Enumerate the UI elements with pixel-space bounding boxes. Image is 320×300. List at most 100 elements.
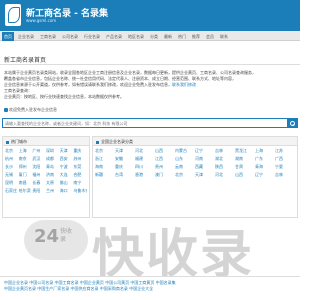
region-link[interactable]: 东莞	[73, 163, 87, 170]
region-link[interactable]: 山西	[155, 147, 175, 154]
region-link[interactable]: 北京	[5, 147, 19, 154]
region-link[interactable]: 浙江	[95, 155, 115, 162]
region-link[interactable]: 济南	[46, 171, 60, 178]
region-link[interactable]: 上海	[19, 147, 33, 154]
region-link[interactable]: 青海	[255, 163, 275, 170]
nav-item[interactable]: 会员	[204, 33, 216, 40]
region-link[interactable]: 云南	[175, 163, 195, 170]
search-icon[interactable]	[287, 119, 297, 127]
region-link[interactable]: 广东	[255, 155, 275, 162]
region-link[interactable]: 新疆	[95, 171, 115, 178]
region-link[interactable]: 福州	[32, 171, 46, 178]
region-link[interactable]: 杭州	[5, 155, 19, 162]
region-link[interactable]: 辽宁	[255, 171, 275, 178]
region-link[interactable]: 安徽	[115, 155, 135, 162]
region-link[interactable]: 厦门	[19, 171, 33, 178]
region-link[interactable]: 广西	[275, 155, 295, 162]
region-link[interactable]: 吉林	[215, 147, 235, 154]
region-link[interactable]: 苏州	[73, 155, 87, 162]
region-link[interactable]: 上海	[255, 147, 275, 154]
search-input[interactable]	[5, 119, 265, 127]
region-link[interactable]: 长沙	[5, 163, 19, 170]
region-link[interactable]: 重庆	[115, 163, 135, 170]
region-link[interactable]: 香港	[135, 171, 155, 178]
region-link[interactable]: 重庆	[73, 147, 87, 154]
region-link[interactable]: 陕西	[215, 163, 235, 170]
nav-item-home[interactable]: 首页	[2, 32, 14, 41]
region-link[interactable]: 内蒙古	[175, 147, 195, 154]
region-link[interactable]: 佛山	[60, 179, 74, 186]
region-link[interactable]: 吉林	[275, 171, 295, 178]
region-link[interactable]: 西安	[60, 155, 74, 162]
nav-item[interactable]: 工商名录	[38, 33, 58, 40]
region-link[interactable]: 合肥	[73, 171, 87, 178]
region-link[interactable]: 南宁	[73, 179, 87, 186]
watermark-badge-text: 快收	[60, 228, 73, 235]
footer-link-line[interactable]: 中国企业黄页名录 中国生产厂家名录 中国供应商名录 中国采购商名录 中国企业大全	[4, 286, 296, 292]
nav-item[interactable]: 企业名录	[16, 33, 36, 40]
region-link[interactable]: 山西	[235, 171, 255, 178]
region-link[interactable]: 贵阳	[32, 187, 46, 194]
region-link[interactable]: 天津	[115, 147, 135, 154]
region-link[interactable]: 北京	[95, 147, 115, 154]
region-link[interactable]: 乌鲁木齐	[73, 187, 87, 194]
region-link[interactable]: 甘肃	[235, 163, 255, 170]
nav-item[interactable]: 最新	[162, 33, 174, 40]
region-link[interactable]: 广州	[32, 147, 46, 154]
nav-item[interactable]: 行业名录	[82, 33, 102, 40]
region-link[interactable]: 河北	[215, 171, 235, 178]
region-link[interactable]: 福建	[135, 155, 155, 162]
region-link[interactable]: 兰州	[46, 187, 60, 194]
region-link[interactable]: 西藏	[195, 163, 215, 170]
region-link[interactable]: 青岛	[46, 163, 60, 170]
region-link[interactable]: 大连	[60, 171, 74, 178]
region-link[interactable]: 四川	[135, 163, 155, 170]
intro-link[interactable]: 联系我们修改	[172, 82, 196, 87]
region-link[interactable]: 成都	[46, 155, 60, 162]
region-link[interactable]: 台湾	[115, 171, 135, 178]
region-link[interactable]: 山东	[175, 155, 195, 162]
site-logo-icon[interactable]	[5, 4, 21, 26]
watermark-badge-number: 24	[34, 226, 60, 247]
region-link[interactable]: 无锡	[5, 171, 19, 178]
divider	[0, 64, 300, 65]
region-link[interactable]: 长春	[32, 179, 46, 186]
region-link[interactable]: 辽宁	[195, 147, 215, 154]
region-link[interactable]: 澳门	[155, 171, 175, 178]
region-link[interactable]: 海口	[60, 187, 74, 194]
region-link[interactable]: 河北	[135, 147, 155, 154]
nav-item[interactable]: 产品名录	[104, 33, 124, 40]
region-link[interactable]: 沈阳	[32, 163, 46, 170]
region-link[interactable]: 郑州	[19, 163, 33, 170]
nav-item[interactable]: 推荐	[190, 33, 202, 40]
region-link[interactable]: 昆明	[5, 179, 19, 186]
region-link[interactable]: 贵州	[155, 163, 175, 170]
region-link[interactable]: 天津	[195, 171, 215, 178]
nav-item[interactable]: 公司名录	[60, 33, 80, 40]
region-link[interactable]: 黑龙江	[235, 147, 255, 154]
nav-item[interactable]: 地区名录	[126, 33, 146, 40]
region-link[interactable]: 北京	[175, 171, 195, 178]
region-link[interactable]: 石家庄	[5, 187, 19, 194]
region-link[interactable]: 宁夏	[275, 163, 295, 170]
region-link[interactable]: 武汉	[32, 155, 46, 162]
region-link[interactable]: 哈尔滨	[19, 187, 33, 194]
region-link[interactable]: 天津	[60, 147, 74, 154]
region-link[interactable]: 南京	[19, 155, 33, 162]
region-link[interactable]: 江苏	[275, 147, 295, 154]
region-link[interactable]: 湖北	[215, 155, 235, 162]
region-link[interactable]: 深圳	[46, 147, 60, 154]
region-link[interactable]: 宁波	[60, 163, 74, 170]
region-link[interactable]: 南昌	[19, 179, 33, 186]
region-link[interactable]: 江西	[155, 155, 175, 162]
region-link[interactable]: 海南	[95, 163, 115, 170]
region-link[interactable]: 河南	[195, 155, 215, 162]
heading-marker-icon	[96, 140, 99, 144]
nav-item[interactable]: 分类	[148, 33, 160, 40]
region-link[interactable]: 太原	[46, 179, 60, 186]
region-link[interactable]: 湖南	[235, 155, 255, 162]
nav-item[interactable]: 热门	[176, 33, 188, 40]
nav-item[interactable]: 联系	[218, 33, 230, 40]
heading-marker-icon	[6, 140, 9, 144]
note-text[interactable]: 欢迎免费入驻发布企业信息	[9, 107, 57, 112]
